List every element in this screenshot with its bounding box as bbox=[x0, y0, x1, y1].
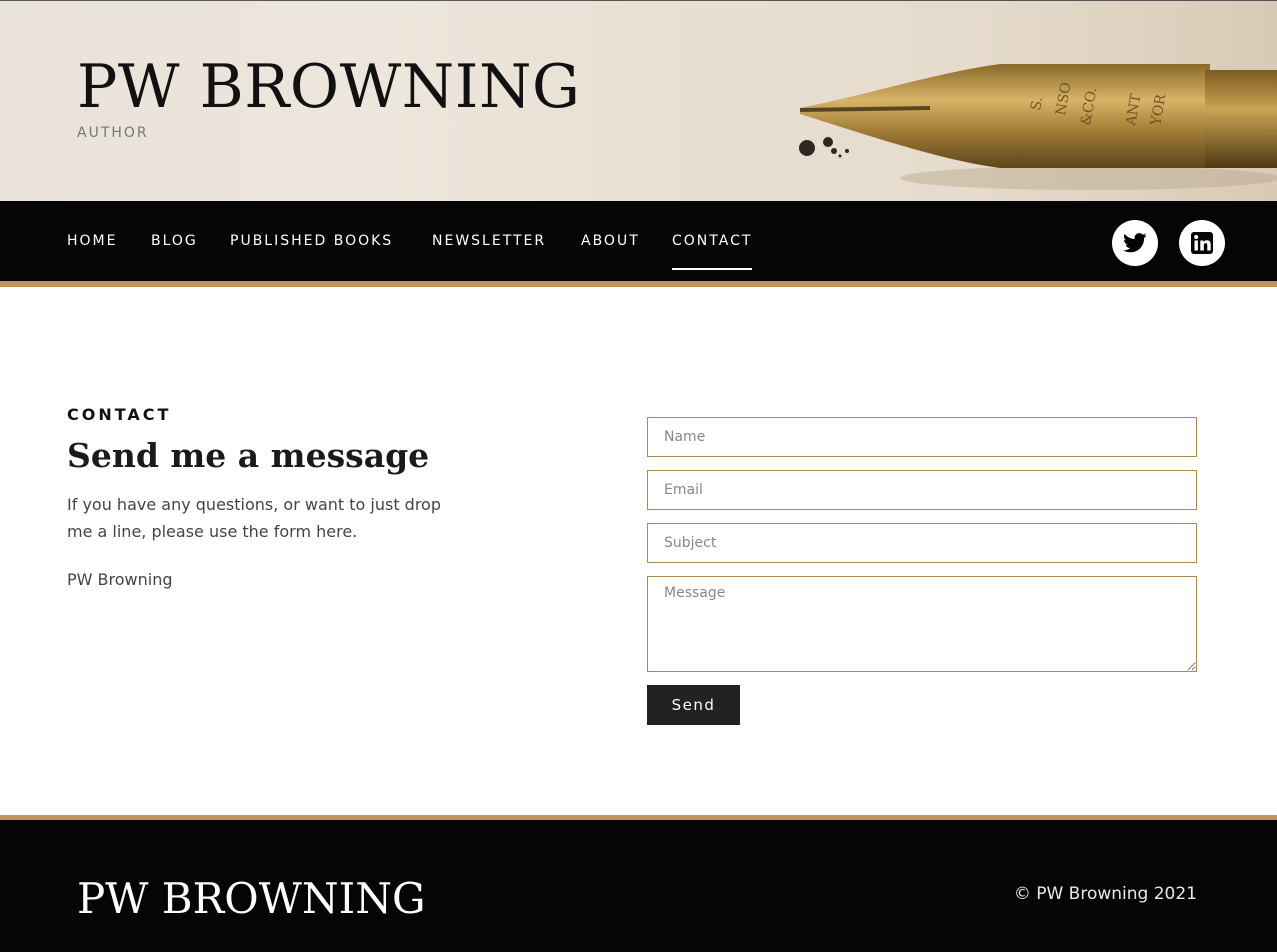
send-button[interactable]: Send bbox=[647, 685, 740, 725]
email-input[interactable] bbox=[647, 470, 1197, 510]
page-heading: Send me a message bbox=[67, 436, 430, 475]
nav-item-home[interactable]: HOME bbox=[67, 233, 117, 249]
twitter-button[interactable] bbox=[1112, 220, 1158, 266]
nav-item-contact[interactable]: CONTACT bbox=[672, 233, 753, 270]
copyright-text: © PW Browning 2021 bbox=[1013, 884, 1197, 904]
site-tagline: AUTHOR bbox=[77, 125, 149, 141]
svg-text:S.: S. bbox=[1028, 96, 1046, 112]
site-footer: PW BROWNING © PW Browning 2021 bbox=[0, 820, 1277, 952]
site-header: PW BROWNING AUTHOR S. NSO &CO. ANT YOR bbox=[0, 0, 1277, 201]
subject-input[interactable] bbox=[647, 523, 1197, 563]
nav-accent-divider bbox=[0, 281, 1277, 287]
footer-title[interactable]: PW BROWNING bbox=[77, 878, 426, 920]
nav-item-about[interactable]: ABOUT bbox=[581, 233, 640, 249]
twitter-icon bbox=[1123, 233, 1147, 253]
nav-item-newsletter[interactable]: NEWSLETTER bbox=[432, 233, 546, 249]
linkedin-icon bbox=[1191, 232, 1213, 254]
message-textarea[interactable] bbox=[647, 576, 1197, 672]
nav-item-blog[interactable]: BLOG bbox=[151, 233, 198, 249]
section-kicker: CONTACT bbox=[67, 405, 172, 424]
main-nav: HOME BLOG PUBLISHED BOOKS NEWSLETTER ABO… bbox=[0, 201, 1277, 282]
signature-text: PW Browning bbox=[67, 570, 173, 589]
fountain-pen-image: S. NSO &CO. ANT YOR bbox=[799, 64, 1277, 190]
site-title[interactable]: PW BROWNING bbox=[77, 57, 580, 117]
linkedin-button[interactable] bbox=[1179, 220, 1225, 266]
name-input[interactable] bbox=[647, 417, 1197, 457]
nav-item-published-books[interactable]: PUBLISHED BOOKS bbox=[230, 233, 393, 249]
intro-text: If you have any questions, or want to ju… bbox=[67, 495, 441, 541]
